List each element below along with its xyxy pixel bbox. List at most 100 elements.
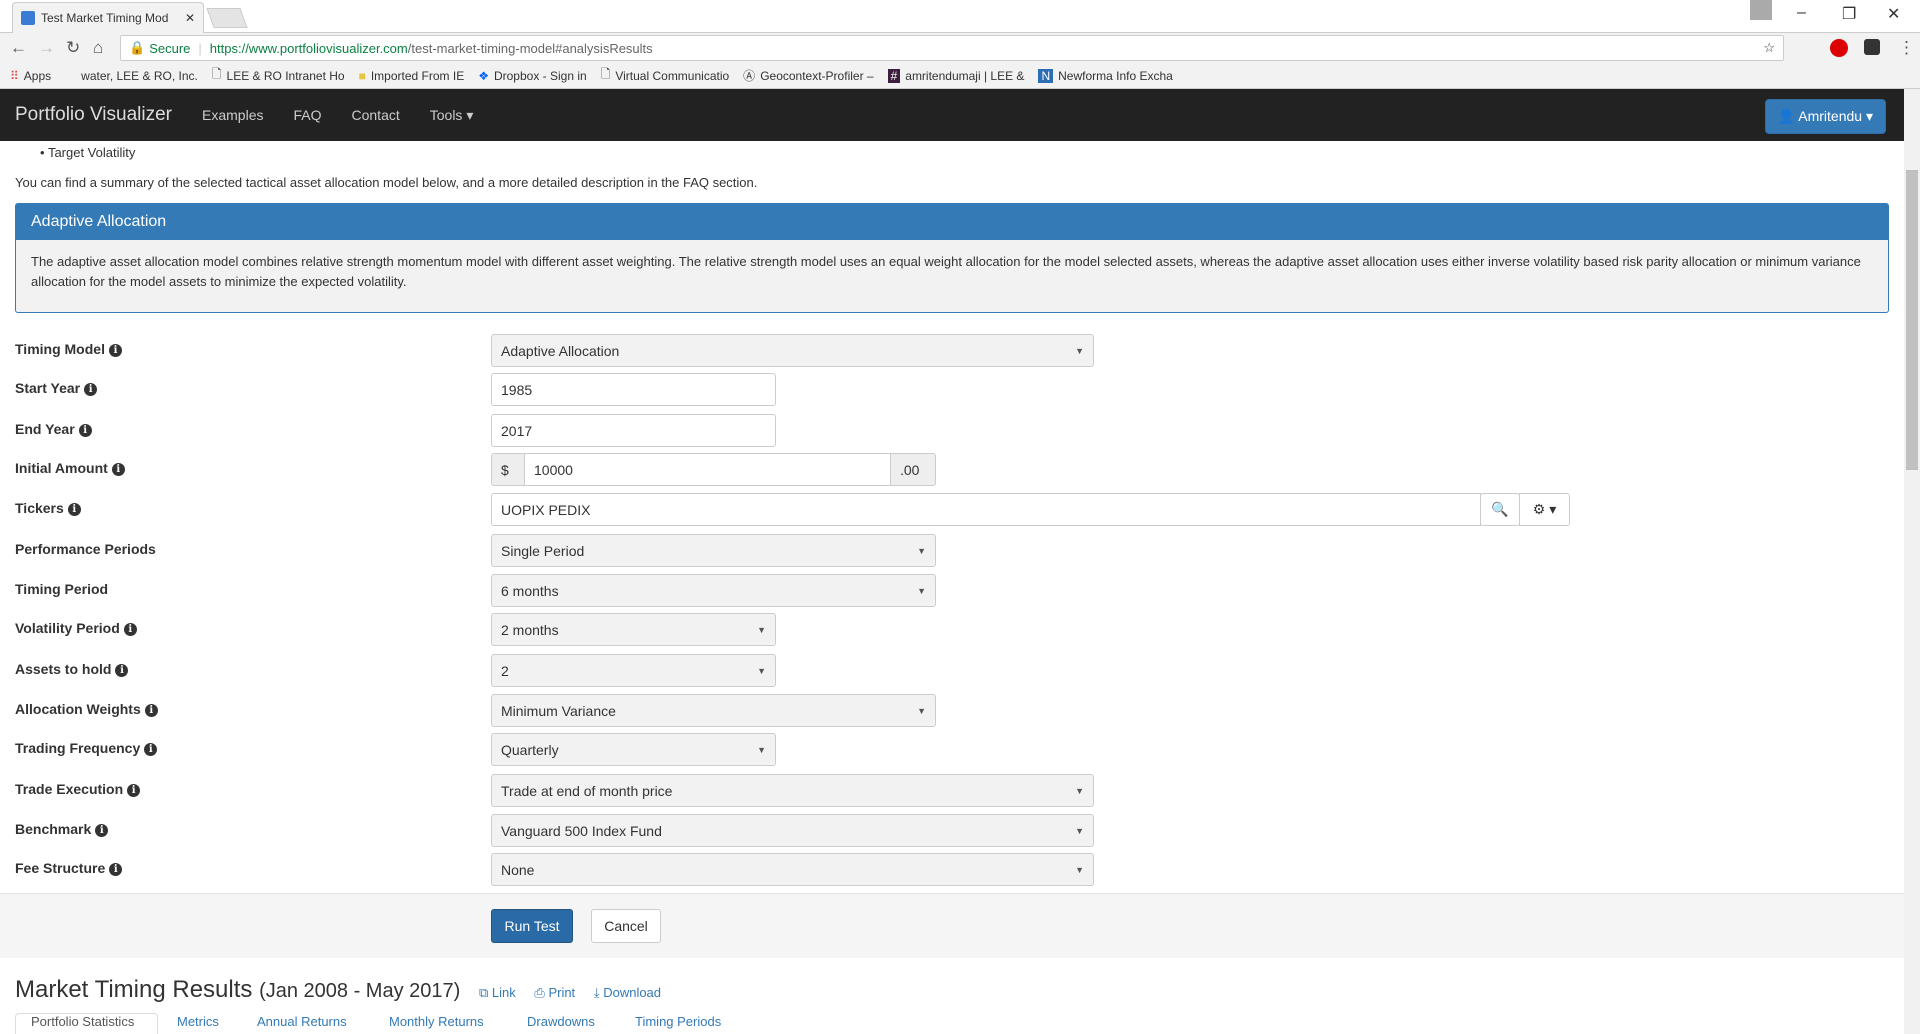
adblock-icon[interactable]	[1830, 39, 1848, 57]
tab-portfolio-statistics[interactable]: Portfolio Statistics	[31, 1014, 134, 1029]
bookmark[interactable]: 🗋 Virtual Communicatio	[601, 65, 729, 86]
minimize-icon[interactable]: –	[1797, 4, 1806, 22]
label-performance-periods: Performance Periods	[15, 541, 156, 557]
run-test-button[interactable]: Run Test	[491, 909, 573, 943]
summary-text: You can find a summary of the selected t…	[15, 175, 758, 190]
slack-icon: #	[887, 68, 901, 83]
chevron-down-icon: ▼	[917, 545, 926, 556]
close-tab-icon[interactable]: ✕	[185, 11, 195, 25]
info-icon[interactable]: i	[78, 424, 92, 437]
info-icon[interactable]: i	[127, 784, 141, 797]
end-year-input[interactable]: 2017	[491, 414, 776, 447]
model-panel: Adaptive Allocation The adaptive asset a…	[15, 203, 1889, 313]
download-link[interactable]: ⤓ Download	[594, 985, 661, 1000]
brand-link[interactable]: Portfolio Visualizer	[15, 104, 172, 126]
info-icon[interactable]: i	[123, 623, 137, 636]
allocation-weights-select[interactable]: Minimum Variance ▼	[491, 694, 936, 727]
timing-period-select[interactable]: 6 months ▼	[491, 574, 936, 607]
label-allocation-weights: Allocation Weights i	[15, 701, 158, 717]
user-menu-button[interactable]: 👤 Amritendu ▾	[1764, 99, 1886, 134]
tab-metrics[interactable]: Metrics	[177, 1014, 219, 1029]
nav-tools-dropdown[interactable]: Tools ▾	[430, 107, 474, 124]
fee-structure-select[interactable]: None ▼	[491, 853, 1094, 886]
cancel-button[interactable]: Cancel	[591, 909, 661, 943]
url-path: /test-market-timing-model#analysisResult…	[407, 40, 653, 56]
nav-contact[interactable]: Contact	[352, 107, 400, 123]
ticker-settings-button[interactable]: ⚙ ▾	[1519, 493, 1570, 526]
new-tab-button[interactable]	[206, 8, 248, 28]
currency-addon: $	[491, 453, 525, 486]
bookmark[interactable]: water, LEE & RO, Inc.	[81, 69, 198, 83]
tab-annual-returns[interactable]: Annual Returns	[257, 1014, 347, 1029]
search-tickers-button[interactable]: 🔍	[1480, 493, 1520, 526]
bookmark[interactable]: N Newforma Info Excha	[1038, 68, 1173, 83]
info-icon[interactable]: i	[67, 503, 81, 516]
bookmark-apps[interactable]: ⠿ Apps	[10, 69, 51, 83]
label-tickers: Tickers i	[15, 500, 81, 516]
profile-icon[interactable]	[1750, 0, 1772, 20]
reload-icon[interactable]: ↻	[66, 38, 80, 58]
assets-to-hold-select[interactable]: 2 ▼	[491, 654, 776, 687]
timing-model-select[interactable]: Adaptive Allocation ▼	[491, 334, 1094, 367]
info-icon[interactable]: i	[84, 383, 98, 396]
dropbox-icon: ❖	[478, 68, 489, 83]
extension-icon[interactable]	[1864, 39, 1880, 55]
restore-icon[interactable]: ❐	[1842, 4, 1856, 24]
menu-icon[interactable]: ⋮	[1898, 38, 1915, 58]
performance-periods-select[interactable]: Single Period ▼	[491, 534, 936, 567]
tab-monthly-returns[interactable]: Monthly Returns	[389, 1014, 484, 1029]
bookmark[interactable]: ■ Imported From IE	[359, 69, 465, 83]
info-icon[interactable]: i	[109, 863, 123, 876]
trading-frequency-select[interactable]: Quarterly ▼	[491, 733, 776, 766]
benchmark-select[interactable]: Vanguard 500 Index Fund ▼	[491, 814, 1094, 847]
label-assets-to-hold: Assets to hold i	[15, 661, 129, 677]
home-icon[interactable]: ⌂	[93, 38, 103, 58]
close-window-icon[interactable]: ✕	[1887, 4, 1900, 24]
tab-timing-periods[interactable]: Timing Periods	[635, 1014, 721, 1029]
info-icon[interactable]: i	[115, 664, 129, 677]
label-trading-frequency: Trading Frequency i	[15, 740, 158, 756]
info-icon[interactable]: i	[95, 824, 109, 837]
label-timing-period: Timing Period	[15, 581, 109, 597]
tickers-input[interactable]: UOPIX PEDIX	[491, 493, 1481, 526]
chevron-down-icon: ▼	[757, 624, 766, 635]
panel-body: The adaptive asset allocation model comb…	[31, 254, 1861, 289]
info-icon[interactable]: i	[144, 704, 158, 717]
info-icon[interactable]: i	[111, 463, 125, 476]
panel-title: Adaptive Allocation	[16, 204, 1888, 240]
nav-faq[interactable]: FAQ	[293, 107, 321, 123]
label-benchmark: Benchmark i	[15, 821, 109, 837]
chevron-down-icon: ▼	[917, 705, 926, 716]
newforma-icon: N	[1038, 68, 1054, 83]
results-title: Market Timing Results (Jan 2008 - May 20…	[15, 976, 662, 1003]
tab-drawdowns[interactable]: Drawdowns	[527, 1014, 595, 1029]
volatility-period-select[interactable]: 2 months ▼	[491, 613, 776, 646]
bookmark[interactable]: Ⓐ Geocontext-Profiler –	[743, 67, 873, 84]
url-host: https://www.portfoliovisualizer.com	[209, 40, 408, 56]
start-year-input[interactable]: 1985	[491, 373, 776, 406]
star-icon[interactable]: ☆	[1763, 40, 1775, 56]
user-icon: 👤	[1777, 108, 1796, 124]
link-link[interactable]: ⧉ Link	[479, 985, 516, 1000]
chevron-down-icon: ▼	[1075, 785, 1084, 796]
url-bar[interactable]: 🔒 Secure | https://www.portfoliovisualiz…	[120, 35, 1784, 61]
bookmark[interactable]: # amritendumaji | LEE &	[887, 68, 1024, 83]
label-trade-execution: Trade Execution i	[15, 781, 141, 797]
print-link[interactable]: ⎙ Print	[534, 985, 575, 1000]
scrollbar-thumb[interactable]	[1906, 170, 1918, 470]
initial-amount-input[interactable]: 10000	[524, 453, 891, 486]
folder-icon: ■	[358, 68, 366, 83]
nav-examples[interactable]: Examples	[202, 107, 263, 123]
chevron-down-icon: ▼	[1075, 345, 1084, 356]
info-icon[interactable]: i	[108, 344, 122, 357]
browser-tab[interactable]: Test Market Timing Mod ✕	[12, 2, 204, 33]
info-icon[interactable]: i	[144, 743, 158, 756]
back-icon[interactable]: ←	[10, 38, 27, 58]
forward-icon[interactable]: →	[38, 38, 55, 58]
label-initial-amount: Initial Amount i	[15, 460, 125, 476]
page-icon: 🗋	[600, 67, 611, 81]
bookmark[interactable]: ❖ Dropbox - Sign in	[478, 69, 586, 83]
chevron-down-icon: ▼	[917, 585, 926, 596]
trade-execution-select[interactable]: Trade at end of month price ▼	[491, 774, 1094, 807]
bookmark[interactable]: 🗋 LEE & RO Intranet Ho	[212, 65, 345, 86]
